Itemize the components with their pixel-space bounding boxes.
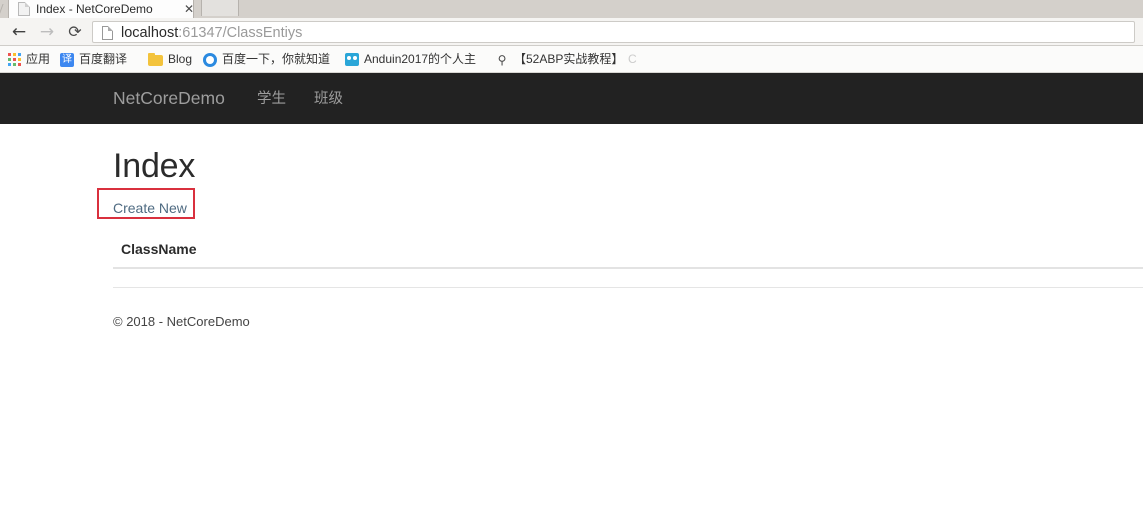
address-bar[interactable]: localhost:61347/ClassEntiys	[92, 21, 1135, 43]
bookmark-baidu[interactable]: 百度一下，你就知道	[203, 50, 330, 69]
browser-tab[interactable]: Index - NetCoreDemo	[8, 0, 194, 18]
nav-link-classes[interactable]: 班级	[314, 89, 343, 109]
tab-strip: Index - NetCoreDemo ✕	[0, 0, 1143, 18]
bookmark-label: C	[628, 52, 637, 66]
browser-toolbar: ← → ⟳ localhost:61347/ClassEntiys	[0, 18, 1143, 46]
page-info-icon	[102, 26, 113, 40]
class-entities-table: ClassName	[113, 241, 1143, 269]
page-viewport: NetCoreDemo 学生 班级 Index Create New Class…	[0, 73, 1143, 531]
tutorial-icon: ⚲	[497, 52, 507, 67]
bookmarks-bar: 应用 译 百度翻译 Blog 百度一下，你就知道 Anduin2017的个人主 …	[0, 46, 1143, 73]
bookmark-anduin[interactable]: Anduin2017的个人主	[345, 50, 476, 69]
browser-window: Index - NetCoreDemo ✕ ← → ⟳ localhost:61…	[0, 0, 1143, 531]
footer-divider	[113, 287, 1143, 288]
table-head: ClassName	[113, 241, 1143, 269]
bookmark-baidu-fanyi[interactable]: 译 百度翻译	[60, 50, 127, 69]
baidu-icon	[203, 52, 217, 67]
fanyi-icon: 译	[60, 52, 74, 67]
anduin-icon	[345, 53, 359, 66]
url-host: localhost	[121, 25, 179, 41]
table-header-row: ClassName	[113, 241, 1143, 269]
forward-button-icon[interactable]: →	[36, 22, 58, 42]
bookmark-blog[interactable]: Blog	[148, 50, 192, 69]
page-container: Index Create New ClassName © 2018 - NetC…	[0, 124, 1143, 331]
create-new-link[interactable]: Create New	[113, 198, 187, 218]
new-tab-button[interactable]	[201, 0, 239, 16]
bookmark-label: 百度一下，你就知道	[222, 52, 331, 66]
page-title: Index	[113, 147, 196, 185]
bookmark-label: Anduin2017的个人主	[364, 52, 477, 66]
address-bar-url: localhost:61347/ClassEntiys	[121, 24, 302, 42]
tab-close-icon[interactable]: ✕	[182, 2, 196, 16]
bookmark-truncated[interactable]: C	[628, 50, 637, 69]
site-navbar: NetCoreDemo 学生 班级	[0, 73, 1143, 124]
navbar-brand[interactable]: NetCoreDemo	[113, 87, 225, 110]
create-new-wrapper: Create New	[97, 188, 195, 219]
bookmark-label: Blog	[168, 52, 193, 66]
bookmark-52abp[interactable]: ⚲ 【52ABP实战教程】	[495, 50, 624, 69]
bookmark-label: 【52ABP实战教程】	[514, 52, 624, 66]
url-path: :61347/ClassEntiys	[178, 25, 303, 41]
apps-grid-icon	[8, 53, 21, 66]
folder-icon	[148, 52, 163, 66]
footer-copyright: © 2018 - NetCoreDemo	[113, 314, 250, 329]
reload-button-icon[interactable]: ⟳	[64, 22, 86, 42]
column-header-classname: ClassName	[113, 241, 1143, 269]
bookmark-label: 应用	[26, 52, 51, 66]
back-button-icon[interactable]: ←	[8, 22, 30, 42]
nav-link-students[interactable]: 学生	[257, 89, 286, 109]
bookmark-apps[interactable]: 应用	[8, 50, 50, 69]
page-favicon-icon	[18, 2, 30, 16]
tab-title: Index - NetCoreDemo	[36, 2, 153, 16]
bookmark-label: 百度翻译	[79, 52, 128, 66]
